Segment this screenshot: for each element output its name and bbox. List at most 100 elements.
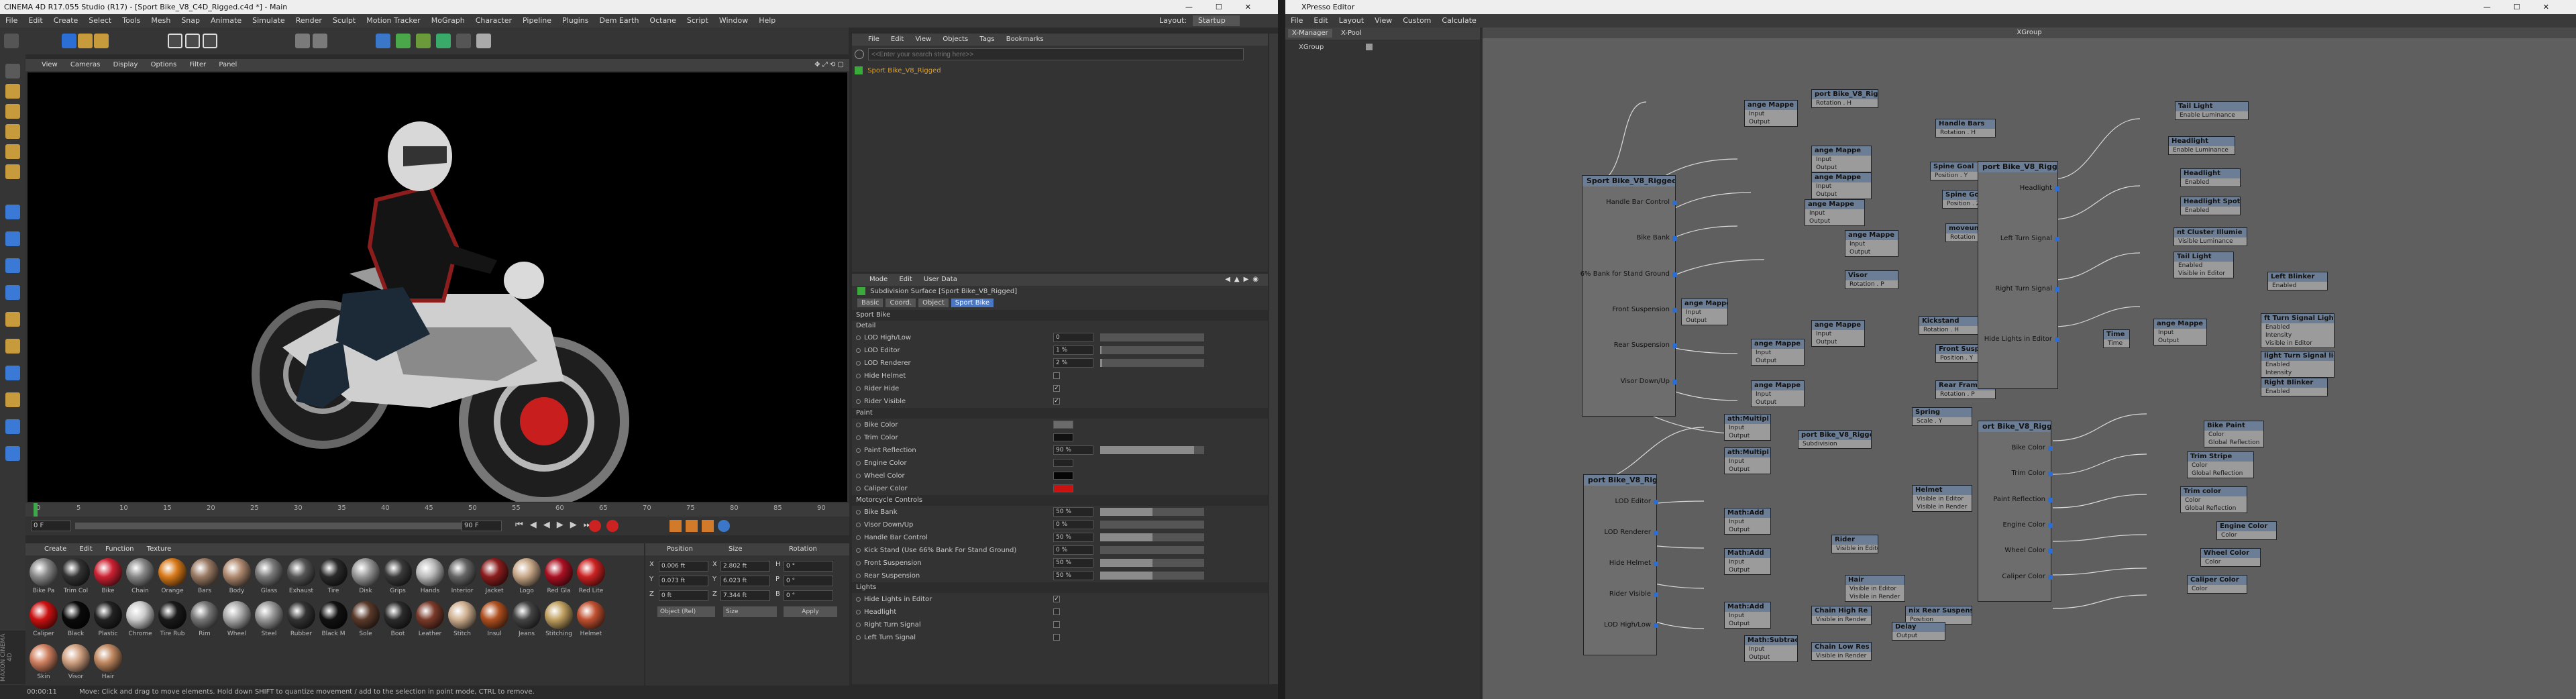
axis-z-icon[interactable] (203, 34, 217, 48)
xpresso-node[interactable]: Left Blinker Enabled (2267, 272, 2328, 290)
menu-item[interactable]: Dem Earth (599, 16, 639, 25)
property-slider[interactable] (1100, 572, 1204, 580)
xpresso-node[interactable]: Right Blinker Enabled (2261, 378, 2328, 396)
xpresso-object-node[interactable]: port Bike_V8_Rigge LOD Editor LOD Renderer… (1583, 474, 1659, 655)
property-value-field[interactable]: 50 % (1053, 533, 1093, 542)
coord-value-field[interactable]: 0 ° (784, 576, 833, 586)
xpresso-node[interactable]: Math:Add Input Output (1724, 602, 1771, 629)
object-menu-item[interactable]: Edit (891, 36, 904, 43)
menu-item[interactable]: Plugins (562, 16, 588, 25)
material-swatch[interactable]: Interior (447, 558, 478, 597)
menu-item[interactable]: Octane (649, 16, 676, 25)
node-port[interactable]: Visible Luminance (2174, 237, 2247, 246)
viewport-menu-item[interactable]: Filter (189, 61, 206, 68)
node-port[interactable]: Output (1745, 118, 1797, 126)
node-output-port[interactable]: LOD Renderer (1604, 529, 1658, 536)
xpresso-node[interactable]: ange Mappe Input Output (1811, 146, 1872, 172)
xpresso-node[interactable]: Engine Color Color (2216, 521, 2277, 540)
render-icon[interactable] (313, 34, 327, 48)
node-port[interactable]: Input (1725, 424, 1770, 432)
keyframe-dot-icon[interactable] (856, 461, 861, 466)
property-value-field[interactable]: 90 % (1053, 445, 1093, 455)
node-port[interactable]: Output (1845, 248, 1898, 256)
menu-item[interactable]: Help (759, 16, 775, 25)
node-output-port[interactable]: Wheel Color (2004, 547, 2053, 554)
node-output-port[interactable]: Bike Bank (1636, 234, 1677, 241)
node-output-port[interactable]: Hide Lights in Editor (1984, 335, 2060, 343)
keyframe-dot-icon[interactable] (856, 635, 861, 640)
node-port[interactable]: Color (2204, 431, 2263, 439)
viewport-canvas[interactable] (28, 72, 847, 506)
object-menu-item[interactable]: Objects (943, 36, 968, 43)
xp-menu-item[interactable]: File (1291, 16, 1303, 25)
frame-range-slider[interactable] (75, 523, 478, 529)
tab-sport-bike[interactable]: Sport Bike (951, 299, 994, 307)
material-swatch[interactable]: Bike Pa (28, 558, 59, 597)
property-checkbox[interactable]: ✓ (1053, 385, 1060, 392)
timeline[interactable]: 0 5 10 15 20 25 30 35 40 45 50 55 60 65 … (25, 503, 849, 517)
node-port[interactable]: Output (1805, 217, 1864, 225)
xpresso-object-node[interactable]: ort Bike_V8_Rigge Bike Color Trim Color Pai… (1978, 421, 2053, 602)
move-tool-icon[interactable] (62, 34, 76, 48)
material-swatch[interactable]: Sole (350, 601, 381, 640)
xpresso-node[interactable]: port Bike_V8_RiggeRotation . H (1811, 89, 1878, 108)
node-output-port[interactable]: LOD Editor (1615, 498, 1658, 505)
keyframe-dot-icon[interactable] (856, 574, 861, 578)
node-port[interactable]: Enable Luminance (2176, 111, 2248, 119)
material-swatch[interactable]: Boot (382, 601, 413, 640)
node-port[interactable]: Intensity (2261, 331, 2334, 339)
xpresso-node[interactable]: ange Mappe Input Output (1805, 199, 1865, 226)
coord-value-field[interactable]: 6.023 ft (720, 576, 770, 586)
node-port[interactable]: Output (1892, 632, 1945, 640)
node-port[interactable]: Color (2188, 585, 2247, 593)
autokey-icon[interactable] (606, 520, 619, 532)
scene-icon[interactable] (436, 34, 451, 48)
keyframe-dot-icon[interactable] (856, 597, 861, 602)
node-output-port[interactable]: Paint Reflection (1993, 496, 2053, 503)
layers-icon[interactable] (5, 258, 20, 273)
playback-controls[interactable]: ⏮◀◀▶▶⏭ (515, 520, 598, 530)
material-swatch[interactable]: Disk (350, 558, 381, 597)
node-port[interactable]: Output (1745, 653, 1797, 661)
node-port[interactable]: Output (1812, 164, 1871, 172)
material-swatch[interactable]: Stitch (447, 601, 478, 640)
node-port[interactable]: Visible in Editor (1913, 495, 1972, 503)
node-output-port[interactable]: Right Turn Signal (1995, 285, 2059, 292)
xp-menu-item[interactable]: View (1375, 16, 1392, 25)
menu-item[interactable]: Simulate (252, 16, 285, 25)
node-output-port[interactable]: Headlight (2020, 184, 2060, 192)
node-port[interactable]: Output (1812, 191, 1871, 199)
node-port[interactable]: Color (2201, 558, 2260, 566)
scale-tool-icon[interactable] (78, 34, 93, 48)
menu-item[interactable]: Pipeline (523, 16, 551, 25)
xpresso-node[interactable]: ange Mappe Input Output (1681, 299, 1728, 325)
menu-item[interactable]: Animate (211, 16, 241, 25)
apply-button[interactable]: Apply (784, 606, 837, 617)
xpresso-node[interactable]: ath:Multipl Input Output (1724, 414, 1771, 441)
object-menu-item[interactable]: File (868, 36, 879, 43)
material-swatch[interactable]: Black (60, 601, 91, 640)
color-swatch[interactable] (1053, 433, 1073, 441)
node-port[interactable]: Rotation . P (1936, 390, 1995, 398)
property-slider[interactable] (1100, 559, 1204, 567)
node-port[interactable]: Rotation . H (1919, 326, 1978, 334)
xpresso-node[interactable]: nt Cluster Illumie Visible Luminance (2174, 227, 2247, 246)
node-port[interactable]: Input (1725, 518, 1770, 526)
material-swatch[interactable]: Rubber (286, 601, 317, 640)
keyframe-dot-icon[interactable] (856, 386, 861, 391)
keyframe-dot-icon[interactable] (856, 348, 861, 353)
node-port[interactable]: Input (1725, 558, 1770, 566)
tab-xmanager[interactable]: X-Manager (1288, 29, 1332, 38)
node-port[interactable]: Enabled (2261, 388, 2327, 396)
node-port[interactable]: Input (1812, 182, 1871, 191)
material-swatch[interactable]: Wheel (221, 601, 252, 640)
xp-menu-item[interactable]: Edit (1313, 16, 1328, 25)
node-port[interactable]: Input (1745, 645, 1797, 653)
object-menu-item[interactable]: View (915, 36, 931, 43)
keyframe-dot-icon[interactable] (856, 423, 861, 427)
material-swatch[interactable]: Bars (189, 558, 220, 597)
node-port[interactable]: Input (1725, 458, 1770, 466)
cube-icon[interactable] (376, 34, 390, 48)
search-icon[interactable] (855, 50, 864, 59)
object-menu-item[interactable]: Bookmarks (1006, 36, 1044, 43)
